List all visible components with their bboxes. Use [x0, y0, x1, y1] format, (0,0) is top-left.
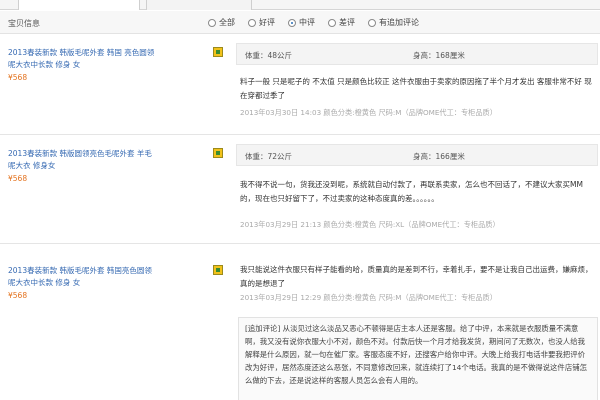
product-info: 2013春装新款 韩版毛呢外套 韩国 亮色圆领呢大衣中长款 修身 女 ¥568 — [8, 47, 158, 82]
buyer-weight: 体重：72公斤 — [245, 152, 293, 161]
buyer-height: 身高：166厘米 — [413, 152, 465, 161]
product-info: 2013春装新款 韩版毛呢外套 韩国亮色圆领呢大衣中长款 修身 女 ¥568 — [8, 265, 158, 300]
appended-comment: [追加评论] 从淡见过这么淡品又恶心不顿得是店主本人还是客服。给了中评，本来就是… — [238, 317, 598, 400]
filter-negative-radio[interactable]: 差评 — [328, 17, 355, 28]
filter-all-radio[interactable]: 全部 — [208, 17, 235, 28]
tab-bar — [0, 0, 600, 10]
review-comment: 我不得不说一句，货我还没到呢，系统就自动付款了，再联系卖家，怎么也不回话了，不建… — [240, 180, 583, 203]
filter-appended-label: 有追加评论 — [379, 18, 419, 27]
review-item: 2013春装新款 韩版毛呢外套 韩国 亮色圆领呢大衣中长款 修身 女 ¥568 … — [0, 35, 600, 135]
filter-appended-radio[interactable]: 有追加评论 — [368, 17, 419, 28]
review-meta: 2013年03月29日 12:29 颜色分类:橙黄色 尺码:M（品牌OME代工：… — [240, 293, 497, 302]
filter-positive-label: 好评 — [259, 18, 275, 27]
review-meta: 2013年03月29日 21:13 颜色分类:橙黄色 尺码:XL（品牌OME代工… — [240, 220, 500, 229]
filter-neutral-label: 中评 — [299, 18, 315, 27]
product-info: 2013春装新款 韩版圆领亮色毛呢外套 羊毛呢大衣 修身女 ¥568 — [8, 148, 158, 183]
buyer-level-icon — [213, 265, 223, 275]
review-item: 2013春装新款 韩版圆领亮色毛呢外套 羊毛呢大衣 修身女 ¥568 体重：72… — [0, 136, 600, 244]
product-price: ¥568 — [8, 73, 28, 82]
filter-neutral-radio[interactable]: 中评 — [288, 17, 315, 28]
buyer-height: 身高：168厘米 — [413, 51, 465, 60]
product-title-link[interactable]: 2013春装新款 韩版圆领亮色毛呢外套 羊毛呢大衣 修身女 — [8, 148, 158, 172]
review-comment: 料子一般 只是呢子的 不太值 只是颜色比较正 这件衣服由于卖家的原因拖了半个月才… — [240, 77, 592, 100]
product-title-link[interactable]: 2013春装新款 韩版毛呢外套 韩国亮色圆领呢大衣中长款 修身 女 — [8, 265, 158, 289]
review-comment: 我只能说这件衣服只有样子能看的哈，质量真的是差到不行，幸着扎手，要不是让我自己出… — [240, 265, 593, 288]
buyer-spec-box: 体重：72公斤 身高：166厘米 — [236, 144, 598, 166]
filter-all-label: 全部 — [219, 18, 235, 27]
filter-negative-label: 差评 — [339, 18, 355, 27]
buyer-spec-box: 体重：48公斤 身高：168厘米 — [236, 43, 598, 65]
filter-bar: 宝贝信息 全部 好评 中评 差评 有追加评论 — [0, 11, 600, 34]
buyer-level-icon — [213, 148, 223, 158]
product-title-link[interactable]: 2013春装新款 韩版毛呢外套 韩国 亮色圆领呢大衣中长款 修身 女 — [8, 47, 158, 71]
tab-other[interactable] — [146, 0, 252, 10]
tab-reviews[interactable] — [18, 0, 140, 10]
product-price: ¥568 — [8, 174, 28, 183]
radio-selected-icon — [288, 18, 296, 27]
product-price: ¥568 — [8, 291, 28, 300]
radio-icon — [368, 18, 376, 27]
buyer-weight: 体重：48公斤 — [245, 51, 293, 60]
rating-filter-group: 全部 好评 中评 差评 有追加评论 — [208, 17, 419, 28]
radio-icon — [248, 18, 256, 27]
buyer-level-icon — [213, 47, 223, 57]
review-item: 2013春装新款 韩版毛呢外套 韩国亮色圆领呢大衣中长款 修身 女 ¥568 我… — [0, 245, 600, 400]
review-meta: 2013年03月30日 14:03 颜色分类:橙黄色 尺码:M（品牌OME代工：… — [240, 108, 497, 117]
radio-icon — [208, 18, 216, 27]
filter-positive-radio[interactable]: 好评 — [248, 17, 275, 28]
radio-icon — [328, 18, 336, 27]
product-info-header: 宝贝信息 — [8, 19, 40, 28]
